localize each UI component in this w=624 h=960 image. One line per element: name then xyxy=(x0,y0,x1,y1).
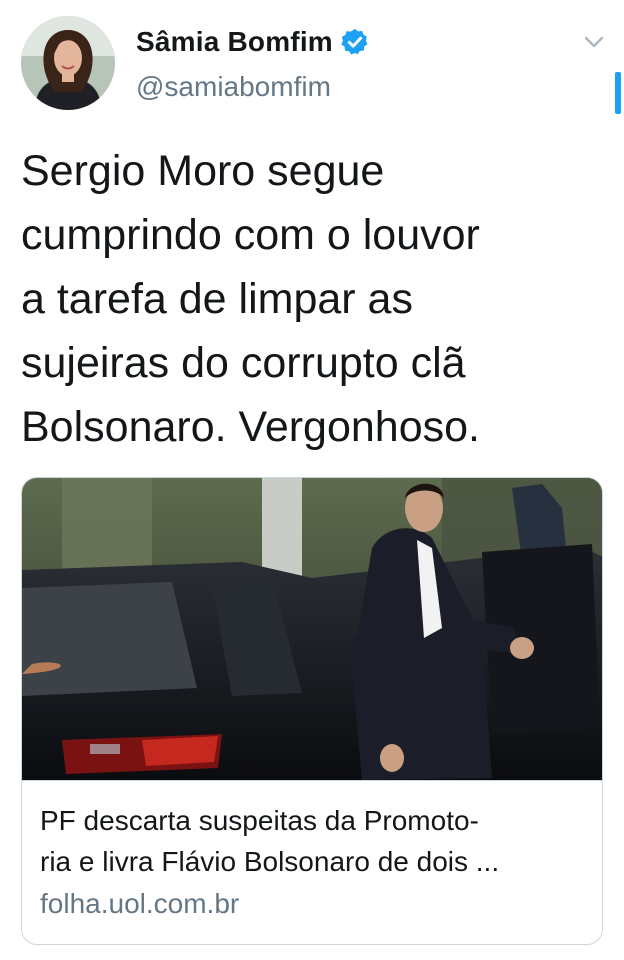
scroll-indicator xyxy=(615,72,621,114)
verified-badge-icon xyxy=(340,27,370,57)
avatar-image xyxy=(21,16,115,110)
link-card-image[interactable] xyxy=(22,478,602,780)
author-handle[interactable]: @samiabomfim xyxy=(136,71,331,103)
tweet: Sâmia Bomfim @samiabomfim Sergio Moro se… xyxy=(0,0,624,960)
link-card-domain: folha.uol.com.br xyxy=(40,888,240,919)
chevron-down-icon[interactable] xyxy=(583,34,605,50)
author-name-row: Sâmia Bomfim xyxy=(136,26,370,58)
avatar[interactable] xyxy=(21,16,115,110)
link-card[interactable]: PF descarta suspeitas da Promoto- ria e … xyxy=(21,477,603,945)
tweet-text: Sergio Moro segue cumprindo com o louvor… xyxy=(21,147,480,451)
card-divider xyxy=(22,780,602,781)
link-card-title[interactable]: PF descarta suspeitas da Promoto- ria e … xyxy=(40,800,592,882)
author-display-name[interactable]: Sâmia Bomfim xyxy=(136,26,333,58)
